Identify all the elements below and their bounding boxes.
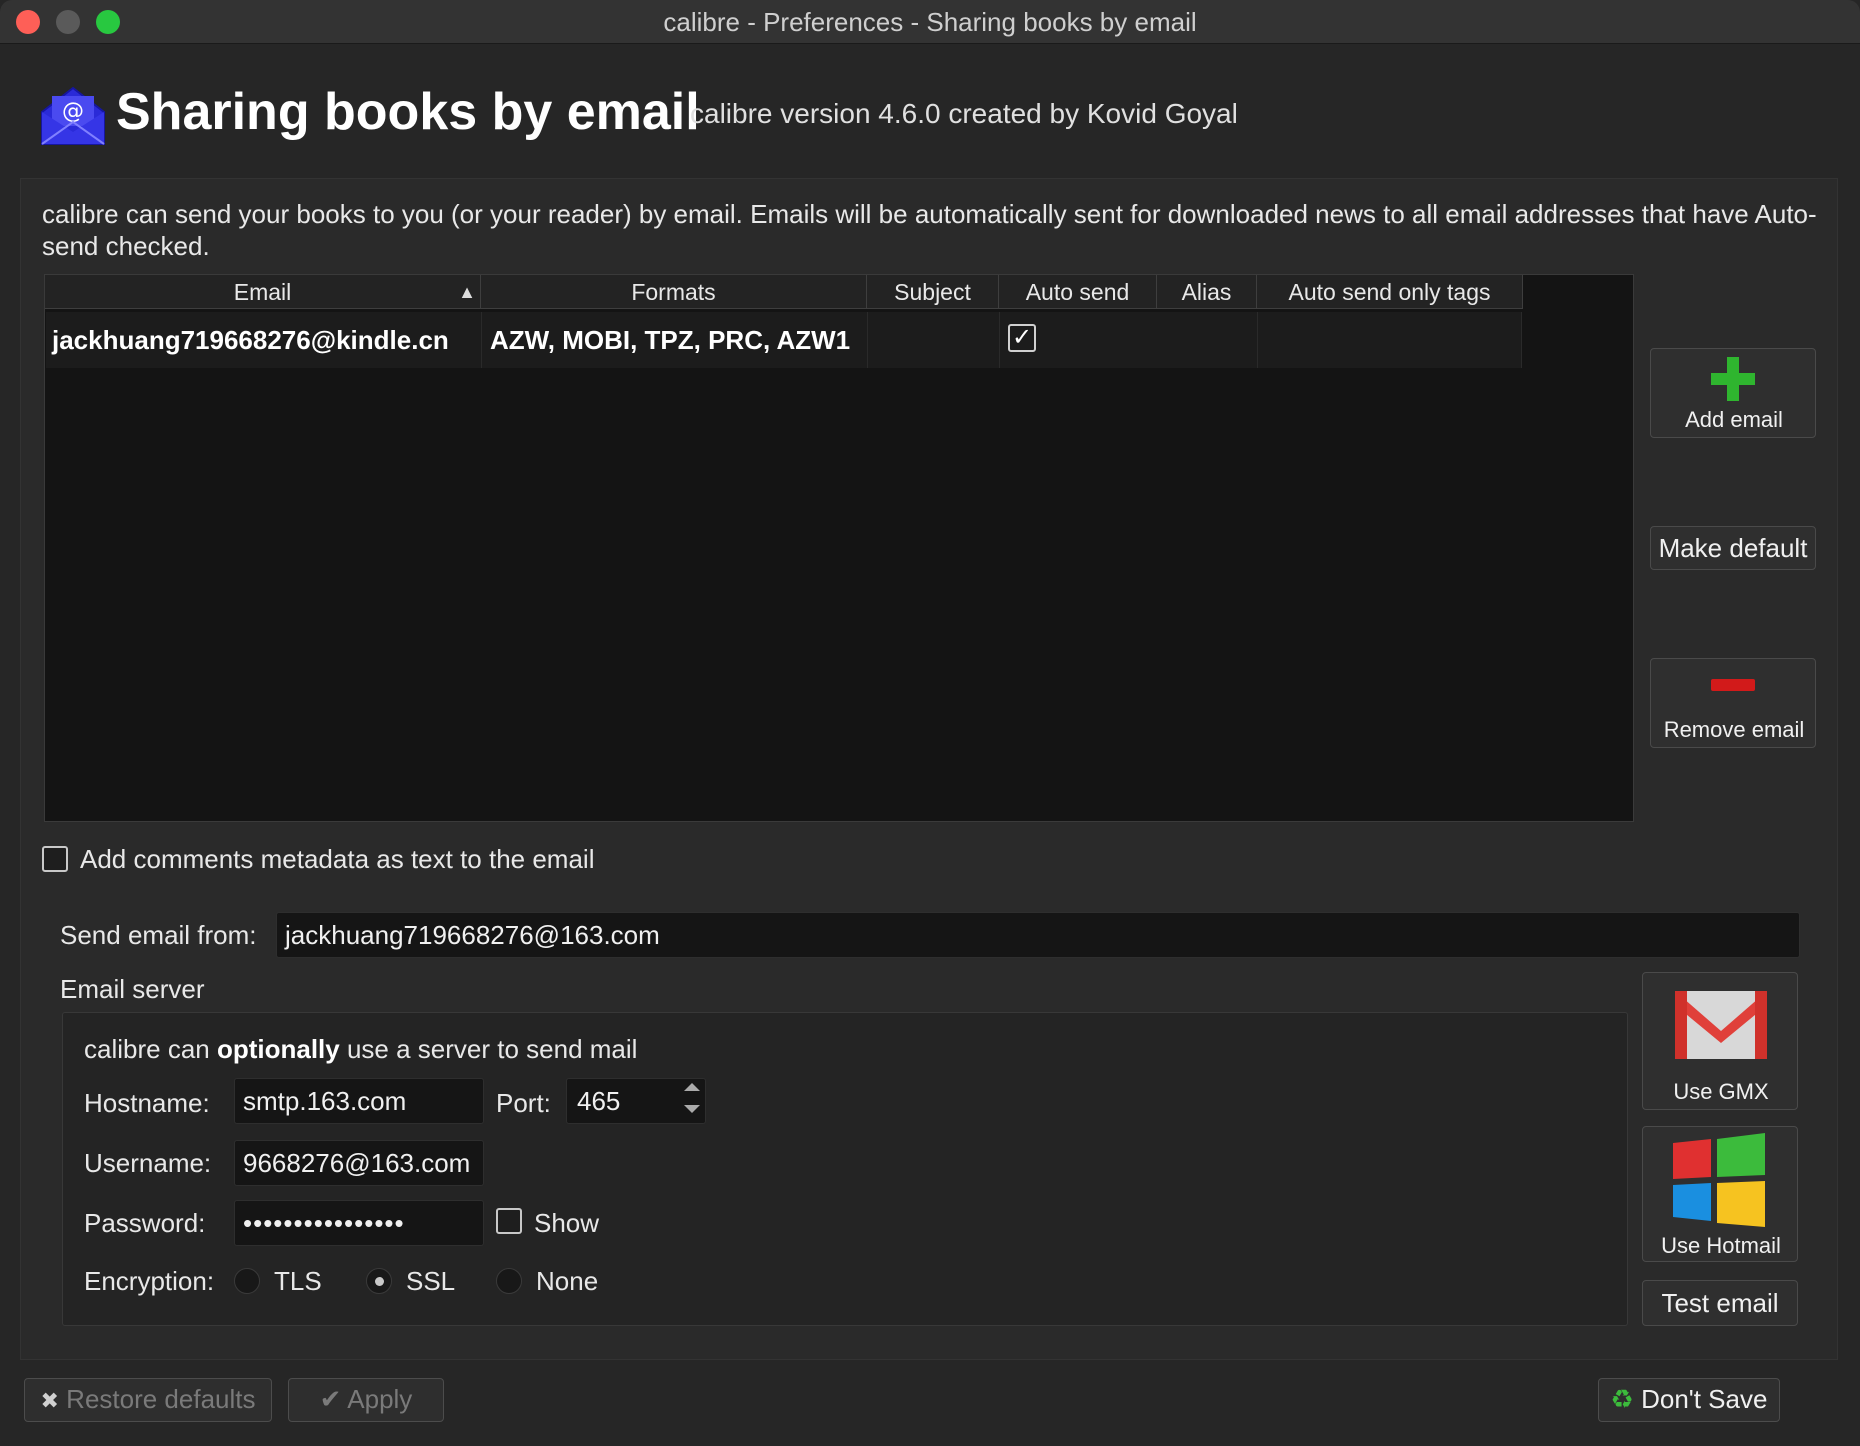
windows-logo-icon	[1671, 1133, 1767, 1229]
add-comments-label[interactable]: Add comments metadata as text to the ema…	[80, 844, 594, 875]
add-email-button[interactable]: Add email	[1650, 348, 1816, 438]
email-envelope-icon: @	[40, 86, 106, 146]
encryption-none-label[interactable]: None	[536, 1266, 598, 1297]
encryption-tls-radio[interactable]	[234, 1268, 260, 1294]
use-hotmail-button[interactable]: Use Hotmail	[1642, 1126, 1798, 1262]
plus-icon	[1709, 355, 1757, 403]
page-title: Sharing books by email	[116, 83, 700, 141]
remove-email-button[interactable]: Remove email	[1650, 658, 1816, 748]
svg-text:@: @	[62, 99, 84, 124]
add-comments-checkbox[interactable]	[42, 846, 68, 872]
port-label: Port:	[496, 1088, 551, 1118]
port-stepper[interactable]	[681, 1083, 703, 1119]
hostname-label: Hostname:	[84, 1088, 210, 1118]
alias-cell[interactable]	[1158, 312, 1258, 368]
password-input[interactable]: ••••••••••••••••	[234, 1200, 484, 1246]
use-gmx-button[interactable]: Use GMX	[1642, 972, 1798, 1110]
column-header-auto-send[interactable]: Auto send	[999, 275, 1157, 309]
preferences-window: calibre - Preferences - Sharing books by…	[0, 0, 1860, 1446]
column-header-subject[interactable]: Subject	[867, 275, 999, 309]
title-bar: calibre - Preferences - Sharing books by…	[0, 0, 1860, 44]
subject-cell[interactable]	[868, 312, 1000, 368]
email-server-label: Email server	[60, 974, 205, 1004]
column-header-formats[interactable]: Formats	[481, 275, 867, 309]
email-cell[interactable]: jackhuang719668276@kindle.cn	[52, 312, 482, 368]
test-email-button[interactable]: Test email	[1642, 1280, 1798, 1326]
column-header-auto-send-tags[interactable]: Auto send only tags	[1257, 275, 1523, 309]
encryption-ssl-radio[interactable]	[366, 1268, 392, 1294]
recycle-icon: ♻	[1610, 1384, 1634, 1414]
checkmark-icon: ✔	[319, 1384, 342, 1414]
send-from-input[interactable]: jackhuang719668276@163.com	[276, 912, 1800, 958]
auto-send-checkbox[interactable]: ✓	[1008, 324, 1036, 352]
encryption-none-radio[interactable]	[496, 1268, 522, 1294]
password-label: Password:	[84, 1208, 206, 1238]
description-text: calibre can send your books to you (or y…	[42, 199, 1817, 261]
column-header-alias[interactable]: Alias	[1157, 275, 1257, 309]
close-x-icon: ✖	[40, 1388, 59, 1413]
formats-cell[interactable]: AZW, MOBI, TPZ, PRC, AZW1	[490, 312, 868, 368]
username-input[interactable]: 9668276@163.com	[234, 1140, 484, 1186]
show-password-checkbox[interactable]	[496, 1208, 522, 1234]
show-password-label[interactable]: Show	[534, 1208, 599, 1239]
window-title: calibre - Preferences - Sharing books by…	[663, 7, 1197, 37]
send-from-label: Send email from:	[60, 920, 257, 950]
apply-button[interactable]: ✔ Apply	[288, 1378, 444, 1422]
encryption-ssl-label[interactable]: SSL	[406, 1266, 455, 1297]
encryption-label: Encryption:	[84, 1266, 215, 1296]
server-intro-text: calibre can optionally use a server to s…	[84, 1034, 638, 1064]
dont-save-button[interactable]: ♻ Don't Save	[1598, 1378, 1780, 1422]
port-input[interactable]: 465	[566, 1078, 706, 1124]
use-gmx-label: Use GMX	[1673, 1079, 1769, 1104]
gmail-icon	[1673, 987, 1769, 1063]
restore-defaults-button[interactable]: ✖ Restore defaults	[24, 1378, 272, 1422]
column-header-email[interactable]: Email ▲	[45, 275, 481, 309]
sort-ascending-icon: ▲	[458, 282, 476, 302]
version-subtitle: calibre version 4.6.0 created by Kovid G…	[690, 98, 1238, 129]
minus-icon	[1711, 679, 1755, 691]
stepper-down-icon[interactable]	[684, 1105, 700, 1113]
add-email-label: Add email	[1685, 407, 1783, 432]
hostname-input[interactable]: smtp.163.com	[234, 1078, 484, 1124]
remove-email-label: Remove email	[1663, 717, 1805, 742]
stepper-up-icon[interactable]	[684, 1083, 700, 1091]
encryption-tls-label[interactable]: TLS	[274, 1266, 322, 1297]
tags-cell[interactable]	[1258, 312, 1522, 368]
username-label: Username:	[84, 1148, 212, 1178]
use-hotmail-label: Use Hotmail	[1661, 1233, 1781, 1258]
make-default-button[interactable]: Make default	[1650, 526, 1816, 570]
